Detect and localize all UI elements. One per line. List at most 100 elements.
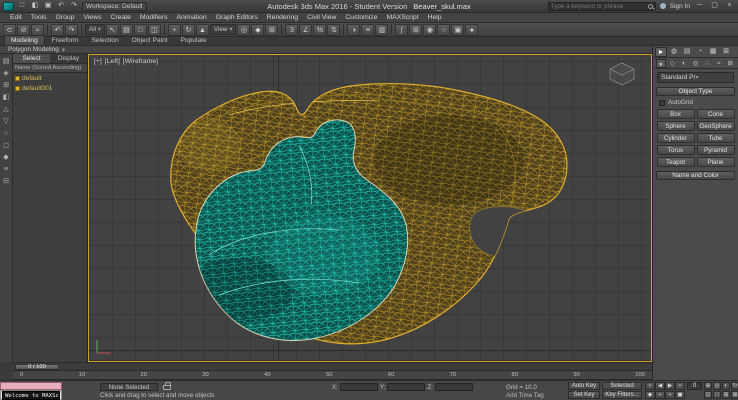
maxscript-mini-listener-pink[interactable] — [0, 382, 62, 390]
dock-tool-4-icon[interactable]: ◧ — [1, 92, 12, 103]
select-rotate-icon[interactable]: ↻ — [182, 24, 195, 36]
polygon-modeling-panel[interactable]: Polygon Modeling — [8, 46, 59, 53]
go-start-icon[interactable]: « — [645, 382, 655, 390]
geosphere-button[interactable]: GeoSphere — [697, 121, 735, 131]
tube-button[interactable]: Tube — [697, 133, 735, 143]
dock-tool-8-icon[interactable]: ◻ — [1, 140, 12, 151]
schematic-view-icon[interactable]: ⊞ — [409, 24, 422, 36]
menu-views[interactable]: Views — [79, 13, 105, 22]
render-setup-icon[interactable]: ○ — [437, 24, 450, 36]
selection-set-dropdown[interactable]: Selected — [602, 382, 642, 390]
key-mode-icon[interactable]: ◆ — [645, 391, 655, 399]
field-of-view-icon[interactable]: ⊞ — [722, 391, 730, 399]
list-item[interactable]: default001 — [13, 83, 87, 93]
open-file-icon[interactable]: ◧ — [30, 1, 40, 11]
undo-icon[interactable]: ↶ — [56, 1, 66, 11]
tab-select[interactable]: Select — [13, 54, 50, 63]
percent-snap-icon[interactable]: % — [313, 24, 326, 36]
geometry-icon[interactable]: ● — [656, 59, 666, 68]
redo-icon[interactable]: ↷ — [65, 24, 78, 36]
ribbon-tab-selection[interactable]: Selection — [86, 36, 125, 45]
play-icon[interactable]: ▶ — [665, 382, 675, 390]
lights-icon[interactable]: ◐ — [679, 59, 689, 68]
menu-civil-view[interactable]: Civil View — [303, 13, 340, 22]
menu-customize[interactable]: Customize — [341, 13, 381, 22]
zoom-extents-icon[interactable]: ◐ — [722, 382, 730, 390]
shapes-icon[interactable]: ◇ — [668, 59, 678, 68]
selection-lock-icon[interactable] — [163, 385, 171, 390]
select-by-name-icon[interactable]: ▤ — [120, 24, 133, 36]
zoom-all-icon[interactable]: ◎ — [713, 382, 721, 390]
material-editor-icon[interactable]: ◉ — [423, 24, 436, 36]
hierarchy-tab-icon[interactable]: ▤ — [681, 47, 693, 57]
menu-rendering[interactable]: Rendering — [263, 13, 302, 22]
save-file-icon[interactable]: ▣ — [43, 1, 53, 11]
prev-key-icon[interactable]: « — [655, 391, 665, 399]
pan-icon[interactable]: □ — [713, 391, 721, 399]
autogrid-checkbox[interactable] — [659, 100, 665, 106]
box-button[interactable]: Box — [657, 109, 695, 119]
list-item[interactable]: default — [13, 73, 87, 83]
select-manipulate-icon[interactable]: ◆ — [251, 24, 264, 36]
maximize-button[interactable]: ▢ — [709, 1, 720, 11]
new-scene-icon[interactable]: □ — [17, 1, 27, 11]
select-move-icon[interactable]: + — [168, 24, 181, 36]
search-input[interactable] — [551, 3, 646, 10]
rendered-frame-icon[interactable]: ▣ — [451, 24, 464, 36]
cameras-icon[interactable]: ◎ — [691, 59, 701, 68]
bind-spacewarp-icon[interactable]: ≈ — [31, 24, 44, 36]
menu-animation[interactable]: Animation — [172, 13, 210, 22]
redo-icon[interactable]: ↷ — [69, 1, 79, 11]
chevron-down-icon[interactable]: ▾ — [62, 46, 65, 54]
coord-y-field[interactable] — [387, 383, 425, 391]
viewcube[interactable] — [607, 61, 637, 87]
utilities-tab-icon[interactable]: ⊠ — [720, 47, 732, 57]
spinner-snap-icon[interactable]: ⇅ — [327, 24, 340, 36]
systems-icon[interactable]: ⊞ — [725, 59, 735, 68]
align-icon[interactable]: ≡ — [361, 24, 374, 36]
modify-tab-icon[interactable]: ◍ — [668, 47, 680, 57]
dock-tool-11-icon[interactable]: ⊟ — [1, 176, 12, 187]
menu-group[interactable]: Group — [52, 13, 79, 22]
primitive-category-dropdown[interactable]: Standard Primitives ▾ — [657, 72, 734, 83]
angle-snap-icon[interactable]: ∠ — [299, 24, 312, 36]
select-object-icon[interactable]: ↖ — [106, 24, 119, 36]
maximize-viewport-icon[interactable]: ⊠ — [731, 391, 738, 399]
dock-tool-3-icon[interactable]: ⊞ — [1, 80, 12, 91]
sphere-button[interactable]: Sphere — [657, 121, 695, 131]
prev-frame-icon[interactable]: ◀ — [655, 382, 665, 390]
layer-manager-icon[interactable]: ▥ — [375, 24, 388, 36]
next-key-icon[interactable]: » — [665, 391, 675, 399]
teapot-button[interactable]: Teapot — [657, 157, 695, 167]
search-box[interactable] — [548, 2, 656, 11]
set-key-button[interactable]: Set Key — [568, 391, 600, 399]
curve-editor-icon[interactable]: ∫ — [395, 24, 408, 36]
dock-tool-5-icon[interactable]: △ — [1, 104, 12, 115]
viewport-menu-button[interactable]: [+] — [94, 58, 102, 65]
menu-tools[interactable]: Tools — [27, 13, 51, 22]
menu-help[interactable]: Help — [424, 13, 446, 22]
create-tab-icon[interactable]: ► — [655, 47, 667, 57]
display-tab-icon[interactable]: ▦ — [707, 47, 719, 57]
selection-filter-dropdown[interactable]: All ▾ — [85, 24, 105, 35]
coord-z-field[interactable] — [435, 383, 473, 391]
pyramid-button[interactable]: Pyramid — [697, 145, 735, 155]
use-pivot-center-icon[interactable]: ◎ — [237, 24, 250, 36]
zoom-icon[interactable]: ⊕ — [704, 382, 712, 390]
key-filters-button[interactable]: Key Filters... — [602, 391, 642, 399]
close-button[interactable]: × — [724, 1, 735, 11]
mirror-icon[interactable]: ◑ — [347, 24, 360, 36]
motion-tab-icon[interactable]: ◔ — [694, 47, 706, 57]
tab-display[interactable]: Display — [50, 54, 87, 63]
reference-coordinate-dropdown[interactable]: View ▾ — [210, 24, 236, 35]
search-icon[interactable] — [648, 4, 653, 9]
time-slider[interactable]: 0 / 100 — [13, 362, 652, 371]
rollout-object-type[interactable]: Object Type — [656, 87, 735, 96]
viewport-pov-button[interactable]: [Left] — [105, 58, 120, 65]
dock-tool-1-icon[interactable]: ▤ — [1, 56, 12, 67]
cylinder-button[interactable]: Cylinder — [657, 133, 695, 143]
dock-tool-10-icon[interactable]: ≡ — [1, 164, 12, 175]
orbit-icon[interactable]: ↻ — [731, 382, 738, 390]
minimize-button[interactable]: ─ — [694, 1, 705, 11]
track-bar[interactable]: 0 10 20 30 40 50 60 70 80 90 100 — [13, 371, 652, 380]
